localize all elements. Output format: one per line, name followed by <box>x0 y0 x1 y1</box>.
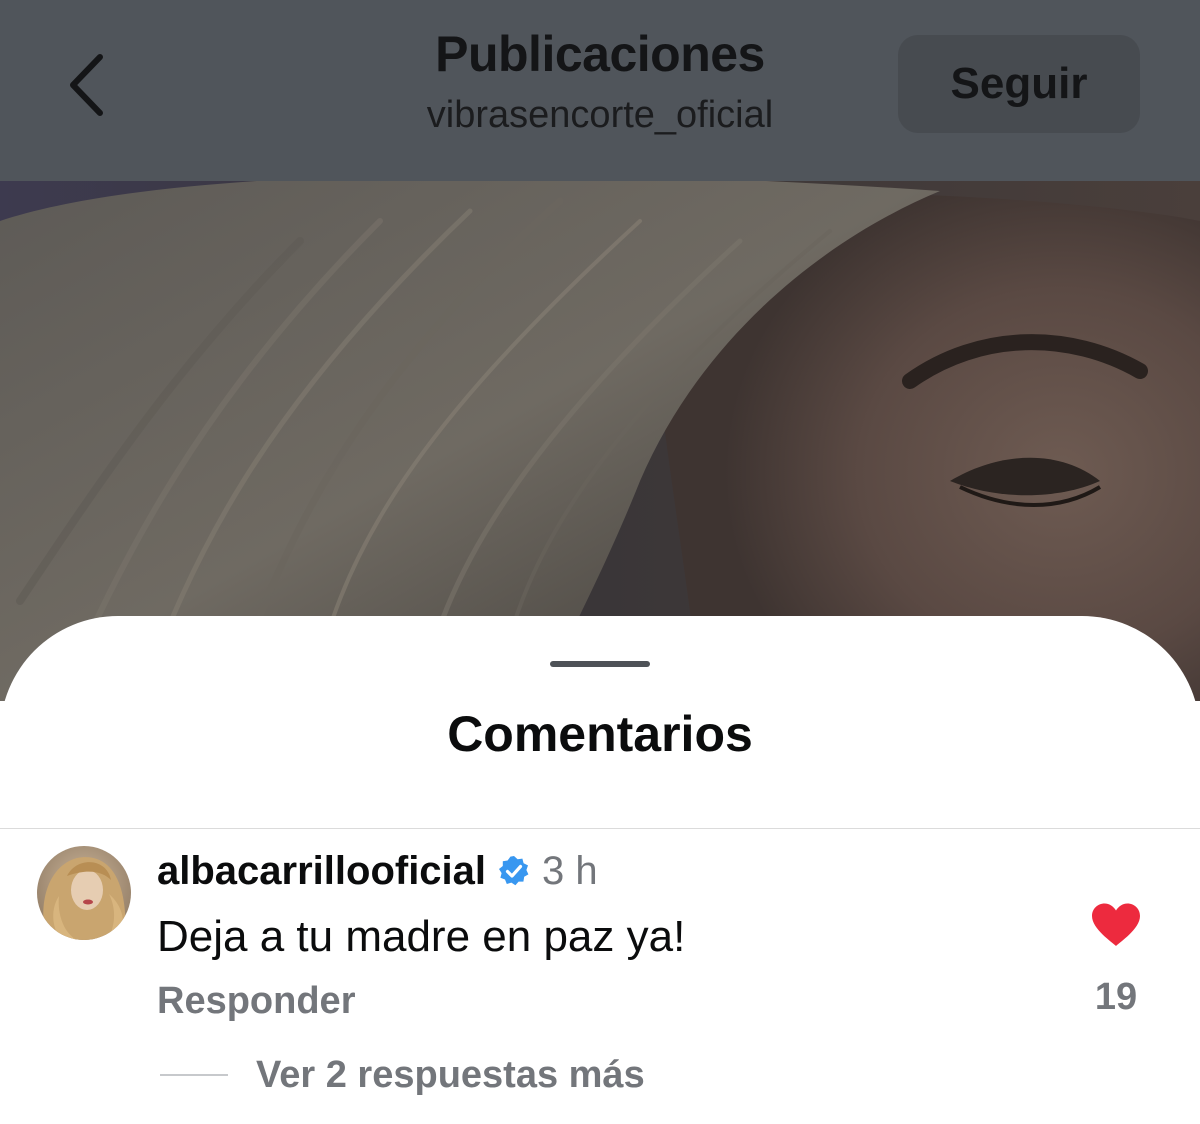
view-replies-button[interactable]: Ver 2 respuestas más <box>256 1052 645 1098</box>
reply-button[interactable]: Responder <box>157 978 355 1024</box>
comment-header: albacarrillooficial 3 h <box>157 846 598 896</box>
like-count: 19 <box>1094 976 1138 1018</box>
account-username[interactable]: vibrasencorte_oficial <box>300 92 900 138</box>
replies-divider-line <box>160 1074 228 1076</box>
comment-timestamp: 3 h <box>542 848 598 893</box>
comments-sheet: Comentarios albacarrillooficial 3 h Deja… <box>0 616 1200 1124</box>
follow-button[interactable]: Seguir <box>898 35 1140 133</box>
verified-badge-icon <box>499 856 529 886</box>
chevron-left-icon <box>70 54 103 116</box>
back-button[interactable] <box>52 40 122 130</box>
top-navigation-bar: Publicaciones vibrasencorte_oficial Segu… <box>0 0 1200 181</box>
divider <box>0 828 1200 829</box>
comment-username[interactable]: albacarrillooficial <box>157 849 486 894</box>
comments-title: Comentarios <box>447 706 753 762</box>
avatar[interactable] <box>37 846 131 940</box>
page-title: Publicaciones <box>435 26 765 82</box>
sheet-grabber[interactable] <box>550 661 650 667</box>
comment-text: Deja a tu madre en paz ya! <box>157 912 686 961</box>
heart-icon[interactable] <box>1090 902 1142 948</box>
post-comments-screen: Publicaciones vibrasencorte_oficial Segu… <box>0 0 1200 1124</box>
